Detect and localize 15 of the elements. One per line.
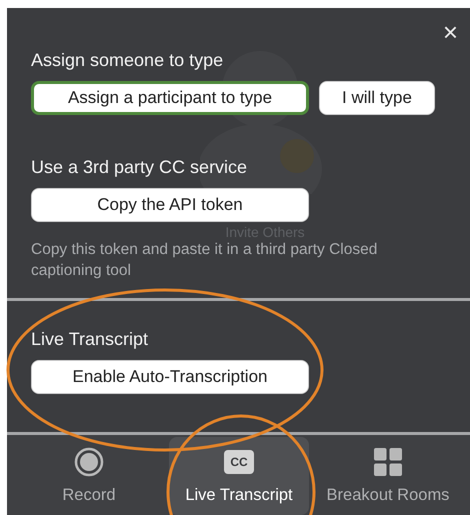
- toolbar-button[interactable]: Breakout Rooms: [313, 437, 463, 515]
- close-button[interactable]: ×: [440, 21, 460, 43]
- help-text: Copy this token and paste it in a third party Closed captioning tool: [31, 240, 378, 281]
- record-icon: [74, 447, 104, 477]
- option-button[interactable]: Assign a participant to type: [31, 81, 309, 115]
- grid-icon: [373, 447, 403, 477]
- option-button[interactable]: Enable Auto-Transcription: [31, 360, 309, 394]
- option-button[interactable]: I will type: [319, 81, 435, 115]
- section-heading: Use a 3rd party CC service: [31, 156, 248, 179]
- toolbar-button[interactable]: Record: [13, 437, 165, 515]
- section-heading: Live Transcript: [31, 328, 150, 351]
- toolbar-button[interactable]: CC Live Transcript: [169, 437, 309, 515]
- option-button[interactable]: Copy the API token: [31, 188, 309, 222]
- section-heading: Assign someone to type: [31, 49, 224, 72]
- captions-icon: CC: [224, 450, 254, 474]
